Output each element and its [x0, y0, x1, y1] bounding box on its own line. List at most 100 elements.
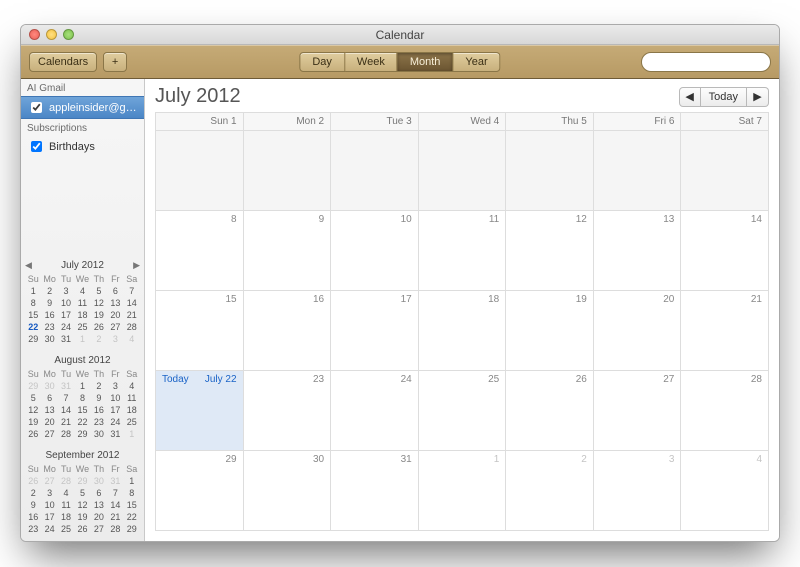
minical-day[interactable]: 25 [74, 321, 90, 333]
day-cell[interactable]: 13 [593, 211, 681, 291]
day-cell[interactable]: 26 [506, 371, 594, 451]
minical-day[interactable]: 18 [58, 511, 74, 523]
minical-day[interactable]: 22 [25, 321, 41, 333]
day-cell[interactable]: 27 [593, 371, 681, 451]
search-field[interactable] [641, 52, 771, 72]
minical-day[interactable]: 10 [41, 499, 57, 511]
minical-day[interactable]: 1 [74, 333, 90, 345]
minical-day[interactable]: 19 [25, 416, 41, 428]
minical-day[interactable]: 19 [91, 309, 107, 321]
minical-day[interactable]: 9 [41, 297, 57, 309]
minical-day[interactable]: 18 [74, 309, 90, 321]
day-cell[interactable]: TodayJuly 22 [156, 371, 244, 451]
minical-day[interactable]: 12 [91, 297, 107, 309]
minical-day[interactable]: 29 [25, 333, 41, 345]
minical-day[interactable]: 13 [107, 297, 123, 309]
minical-day[interactable]: 2 [41, 285, 57, 297]
minical-day[interactable]: 31 [58, 380, 74, 392]
day-cell[interactable] [593, 131, 681, 211]
day-cell[interactable]: 1 [418, 451, 506, 531]
day-cell[interactable] [418, 131, 506, 211]
minical-day[interactable]: 11 [124, 392, 140, 404]
minical-day[interactable]: 23 [41, 321, 57, 333]
day-cell[interactable]: 23 [243, 371, 331, 451]
minical-day[interactable]: 13 [41, 404, 57, 416]
minical-day[interactable]: 24 [58, 321, 74, 333]
minical-day[interactable]: 21 [107, 511, 123, 523]
minical-day[interactable]: 19 [74, 511, 90, 523]
minical-day[interactable]: 28 [107, 523, 123, 535]
day-cell[interactable]: 15 [156, 291, 244, 371]
minical-day[interactable]: 5 [74, 487, 90, 499]
day-cell[interactable] [156, 131, 244, 211]
minical-day[interactable]: 16 [25, 511, 41, 523]
minical-day[interactable]: 26 [74, 523, 90, 535]
minical-day[interactable]: 20 [41, 416, 57, 428]
minical-day[interactable]: 15 [25, 309, 41, 321]
day-cell[interactable]: 17 [331, 291, 419, 371]
minical-day[interactable]: 21 [58, 416, 74, 428]
minical-day[interactable]: 14 [107, 499, 123, 511]
minical-day[interactable]: 3 [107, 380, 123, 392]
day-cell[interactable]: 19 [506, 291, 594, 371]
minical-day[interactable]: 26 [25, 428, 41, 440]
minical-day[interactable]: 25 [124, 416, 140, 428]
minical-prev-button[interactable]: ◀ [25, 260, 32, 271]
minical-day[interactable]: 20 [91, 511, 107, 523]
minical-day[interactable]: 31 [58, 333, 74, 345]
minical-day[interactable]: 6 [41, 392, 57, 404]
day-cell[interactable]: 10 [331, 211, 419, 291]
minical-day[interactable]: 13 [91, 499, 107, 511]
minical-day[interactable]: 4 [124, 380, 140, 392]
minical-next-button[interactable]: ▶ [133, 260, 140, 271]
next-month-button[interactable]: ▶ [747, 87, 769, 107]
minical-day[interactable]: 2 [25, 487, 41, 499]
minical-day[interactable]: 6 [107, 285, 123, 297]
minical-day[interactable]: 23 [25, 523, 41, 535]
add-button[interactable]: + [103, 52, 127, 72]
minical-day[interactable]: 11 [74, 297, 90, 309]
minical-day[interactable]: 1 [74, 380, 90, 392]
day-cell[interactable] [506, 131, 594, 211]
minical-day[interactable]: 24 [107, 416, 123, 428]
minical-day[interactable]: 10 [58, 297, 74, 309]
minical-day[interactable]: 3 [58, 285, 74, 297]
minical-day[interactable]: 21 [124, 309, 140, 321]
day-cell[interactable]: 29 [156, 451, 244, 531]
day-cell[interactable]: 11 [418, 211, 506, 291]
minical-day[interactable]: 30 [41, 380, 57, 392]
day-cell[interactable]: 31 [331, 451, 419, 531]
calendars-button[interactable]: Calendars [29, 52, 97, 72]
minical-day[interactable]: 3 [41, 487, 57, 499]
minical-day[interactable]: 1 [124, 428, 140, 440]
minical-day[interactable]: 8 [25, 297, 41, 309]
minical-day[interactable]: 31 [107, 428, 123, 440]
minical-day[interactable]: 22 [74, 416, 90, 428]
minical-day[interactable]: 26 [25, 475, 41, 487]
day-cell[interactable]: 16 [243, 291, 331, 371]
minical-day[interactable]: 30 [91, 428, 107, 440]
minical-day[interactable]: 12 [74, 499, 90, 511]
day-cell[interactable]: 9 [243, 211, 331, 291]
day-cell[interactable]: 21 [681, 291, 769, 371]
minical-day[interactable]: 8 [124, 487, 140, 499]
minical-day[interactable]: 3 [107, 333, 123, 345]
minical-day[interactable]: 14 [124, 297, 140, 309]
minical-day[interactable]: 29 [74, 428, 90, 440]
view-tab-week[interactable]: Week [345, 52, 398, 72]
minical-day[interactable]: 28 [124, 321, 140, 333]
minical-day[interactable]: 27 [41, 475, 57, 487]
day-cell[interactable] [331, 131, 419, 211]
day-cell[interactable] [243, 131, 331, 211]
minical-day[interactable]: 14 [58, 404, 74, 416]
minical-day[interactable]: 23 [91, 416, 107, 428]
minical-day[interactable]: 29 [124, 523, 140, 535]
day-cell[interactable]: 4 [681, 451, 769, 531]
minical-day[interactable]: 18 [124, 404, 140, 416]
minical-day[interactable]: 2 [91, 380, 107, 392]
minical-day[interactable]: 16 [91, 404, 107, 416]
minical-day[interactable]: 10 [107, 392, 123, 404]
view-tab-day[interactable]: Day [299, 52, 345, 72]
minical-day[interactable]: 4 [74, 285, 90, 297]
minical-day[interactable]: 26 [91, 321, 107, 333]
